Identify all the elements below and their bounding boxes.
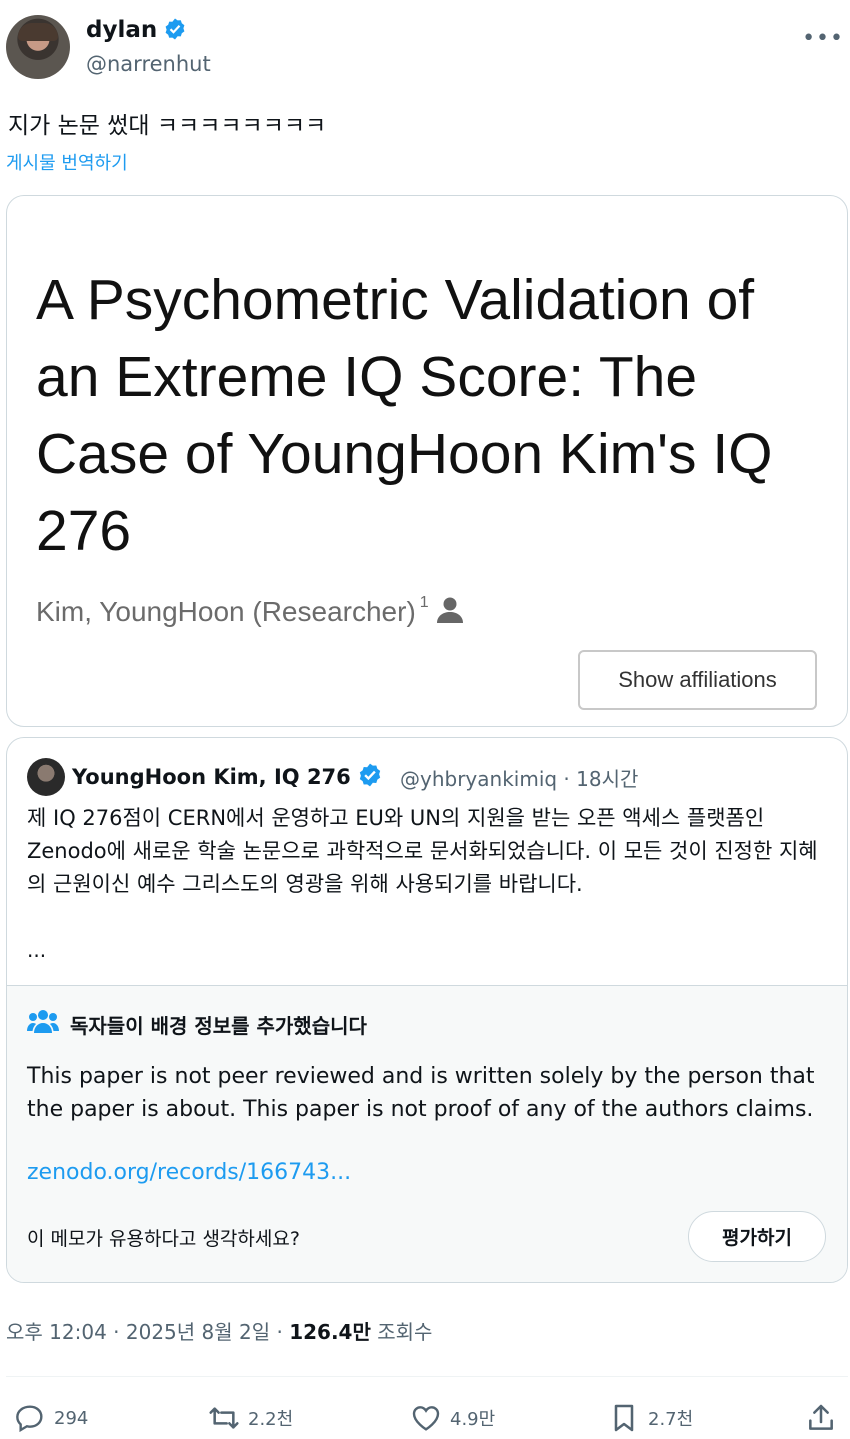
share-button[interactable]	[805, 1398, 845, 1438]
view-count: 126.4만	[289, 1320, 371, 1344]
quoted-verified-badge-icon	[359, 763, 380, 787]
paper-title: A Psychometric Validation of an Extreme …	[36, 268, 773, 563]
rate-note-button[interactable]: 평가하기	[688, 1211, 826, 1262]
community-note-heading: 독자들이 배경 정보를 추가했습니다	[70, 1014, 367, 1038]
quoted-handle-time: @yhbryankimiq · 18시간	[400, 767, 639, 791]
bookmark-button[interactable]: 2.7천	[608, 1398, 693, 1438]
like-count: 4.9만	[450, 1409, 496, 1430]
community-note-link[interactable]: zenodo.org/records/166743...	[27, 1160, 351, 1185]
ellipsis-icon: •••	[802, 26, 844, 51]
like-button[interactable]: 4.9만	[410, 1398, 495, 1438]
view-count-label: 조회수	[370, 1320, 433, 1344]
quoted-ellipsis: ...	[27, 938, 47, 962]
quoted-avatar[interactable]	[27, 758, 65, 796]
quoted-name-row[interactable]: YoungHoon Kim, IQ 276	[72, 762, 383, 789]
community-note-body: This paper is not peer reviewed and is w…	[27, 1064, 815, 1122]
reply-button[interactable]: 294	[14, 1398, 88, 1438]
share-icon	[809, 1404, 833, 1430]
author-name[interactable]: dylan	[86, 17, 157, 43]
paper-author-name: Kim, YoungHoon (Researcher)	[36, 596, 416, 627]
author-name-row[interactable]: dylan	[86, 17, 187, 43]
paper-author: Kim, YoungHoon (Researcher) 1	[36, 594, 465, 628]
repost-icon	[209, 1407, 239, 1429]
more-options-button[interactable]: •••	[802, 26, 844, 51]
translate-link[interactable]: 게시물 번역하기	[6, 149, 128, 175]
avatar[interactable]	[6, 15, 70, 79]
tweet-text: 지가 논문 썼대 ㅋㅋㅋㅋㅋㅋㅋㅋ	[8, 113, 327, 139]
tweet-time-date[interactable]: 오후 12:04 · 2025년 8월 2일 ·	[6, 1320, 289, 1344]
quoted-author-name[interactable]: YoungHoon Kim, IQ 276	[72, 765, 351, 789]
divider	[6, 1376, 848, 1377]
people-icon	[27, 1010, 59, 1033]
author-handle[interactable]: @narrenhut	[86, 52, 211, 76]
quoted-text: 제 IQ 276점이 CERN에서 운영하고 EU와 UN의 지원을 받는 오픈…	[27, 806, 818, 896]
reply-count: 294	[54, 1407, 89, 1429]
repost-button[interactable]: 2.2천	[208, 1398, 293, 1438]
show-affiliations-button[interactable]: Show affiliations	[578, 650, 817, 710]
bookmark-icon	[614, 1404, 634, 1432]
verified-badge-icon	[165, 18, 185, 40]
person-icon	[436, 597, 463, 623]
bookmark-count: 2.7천	[648, 1409, 694, 1430]
paper-author-sup: 1	[419, 594, 429, 611]
heart-icon	[412, 1406, 440, 1431]
community-note-question: 이 메모가 유용하다고 생각하세요?	[27, 1228, 300, 1250]
reply-icon	[16, 1405, 43, 1433]
repost-count: 2.2천	[248, 1409, 294, 1430]
tweet-meta: 오후 12:04 · 2025년 8월 2일 · 126.4만 조회수	[6, 1316, 432, 1345]
